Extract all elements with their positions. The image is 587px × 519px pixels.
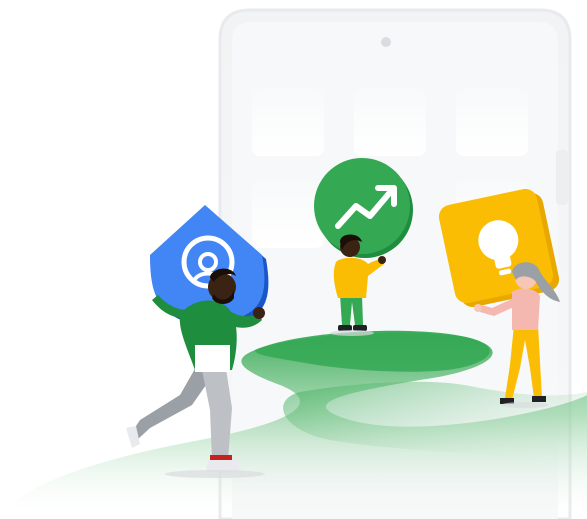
side-button: [556, 150, 568, 205]
illustration-svg: [0, 8, 587, 519]
camera-dot: [381, 37, 391, 47]
illustration-canvas: [0, 0, 587, 519]
